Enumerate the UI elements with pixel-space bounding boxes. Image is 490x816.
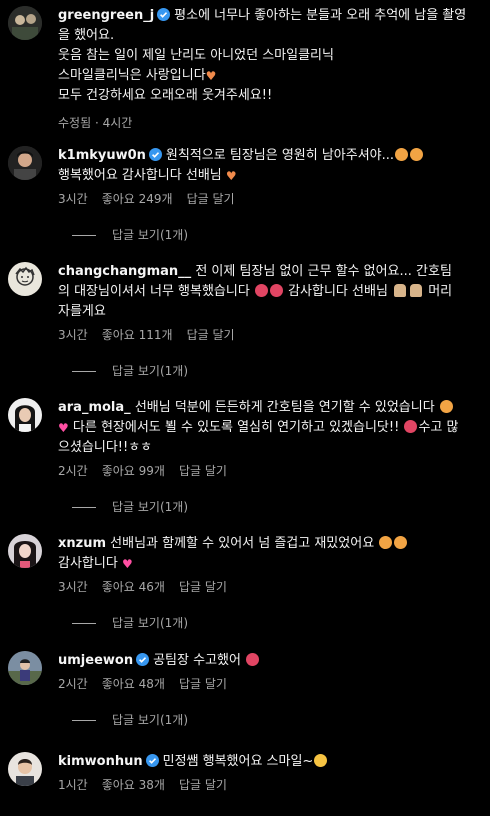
avatar[interactable]: [8, 6, 42, 40]
star-struck-face-icon: [254, 284, 268, 297]
crying-face-icon: [410, 148, 424, 161]
comment-text: 민정쌤 행복했어요 스마일~: [162, 754, 314, 769]
username[interactable]: k1mkyuw0n: [58, 148, 146, 163]
view-replies-label: 답글 보기(1개): [112, 713, 189, 727]
star-struck-face-icon: [269, 284, 283, 297]
timestamp: 2시간: [58, 464, 88, 478]
comment-text: 다른 현장에서도 뵐 수 있도록 열심히 연기하고 있겠습니닷!!: [72, 420, 400, 435]
view-replies-button[interactable]: 답글 보기(1개): [58, 712, 460, 728]
crying-face-icon: [379, 536, 393, 549]
view-replies-label: 답글 보기(1개): [112, 616, 189, 630]
star-struck-face-icon: [246, 653, 260, 666]
view-replies-label: 답글 보기(1개): [112, 228, 189, 242]
username[interactable]: kimwonhun: [58, 754, 143, 769]
divider: [72, 234, 96, 236]
reply-button[interactable]: 답글 달기: [179, 464, 227, 478]
like-count[interactable]: 좋아요 249개: [102, 192, 173, 206]
caption-line: 모두 건강하세요 오래오래 웃겨주세요!!: [58, 88, 273, 103]
comment-text: 원칙적으로 팀장님은 영원히 남아주셔야...: [165, 148, 395, 163]
avatar[interactable]: [8, 398, 42, 432]
caption-line: 웃음 참는 일이 제일 난리도 아니었던 스마일클리닉: [58, 48, 334, 63]
view-replies-label: 답글 보기(1개): [112, 364, 189, 378]
reply-button[interactable]: 답글 달기: [179, 677, 227, 691]
comment-text: 선배님 덕분에 든든하게 간호팀을 연기할 수 있었습니다: [134, 400, 435, 415]
edited-label: 수정됨: [58, 116, 92, 130]
like-count[interactable]: 좋아요 46개: [102, 580, 165, 594]
crying-face-icon: [439, 400, 453, 413]
divider: [72, 719, 96, 721]
verified-badge-icon: [148, 148, 162, 161]
timestamp: 4시간: [102, 116, 133, 130]
username[interactable]: greengreen_j: [58, 8, 154, 23]
view-replies-button[interactable]: 답글 보기(1개): [58, 363, 460, 379]
person-icon: [394, 284, 407, 297]
orange-heart-icon: ♥: [225, 169, 237, 183]
star-struck-face-icon: [404, 420, 418, 433]
like-count[interactable]: 좋아요 111개: [102, 328, 173, 342]
avatar[interactable]: [8, 752, 42, 786]
username[interactable]: changchangman__: [58, 264, 191, 279]
view-replies-button[interactable]: 답글 보기(1개): [58, 227, 460, 243]
comment-text: 감사합니다 선배님: [288, 284, 388, 299]
crying-face-icon: [395, 148, 409, 161]
verified-badge-icon: [157, 8, 171, 21]
username[interactable]: umjeewon: [58, 653, 133, 668]
view-replies-button[interactable]: 답글 보기(1개): [58, 499, 460, 515]
reply-button[interactable]: 답글 달기: [179, 778, 227, 792]
timestamp: 2시간: [58, 677, 88, 691]
crying-face-icon: [394, 536, 408, 549]
avatar[interactable]: [8, 651, 42, 685]
reply-button[interactable]: 답글 달기: [187, 328, 235, 342]
like-count[interactable]: 좋아요 99개: [102, 464, 165, 478]
timestamp: 1시간: [58, 778, 88, 792]
reply-button[interactable]: 답글 달기: [187, 192, 235, 206]
timestamp: 3시간: [58, 192, 88, 206]
like-count[interactable]: 좋아요 38개: [102, 778, 165, 792]
verified-badge-icon: [145, 754, 159, 767]
comment-text: 공팀장 수고했어: [153, 653, 241, 668]
comment-text: 행복했어요 감사합니다 선배님: [58, 168, 222, 183]
orange-heart-icon: ♥: [205, 69, 217, 83]
avatar[interactable]: [8, 262, 42, 296]
smiling-face-icon: [314, 754, 328, 767]
like-count[interactable]: 좋아요 48개: [102, 677, 165, 691]
divider: [72, 622, 96, 624]
pink-heart-icon: ♥: [58, 421, 69, 435]
view-replies-label: 답글 보기(1개): [112, 500, 189, 514]
person-icon: [410, 284, 423, 297]
username[interactable]: ara_mola_: [58, 400, 131, 415]
timestamp: 3시간: [58, 328, 88, 342]
avatar[interactable]: [8, 146, 42, 180]
comment-text: 선배님과 함께할 수 있어서 넘 즐겁고 재밌었어요: [110, 536, 375, 551]
username[interactable]: xnzum: [58, 536, 106, 551]
divider: [72, 370, 96, 372]
pink-heart-icon: ♥: [121, 557, 133, 571]
view-replies-button[interactable]: 답글 보기(1개): [58, 615, 460, 631]
avatar[interactable]: [8, 534, 42, 568]
reply-button[interactable]: 답글 달기: [179, 580, 227, 594]
verified-badge-icon: [136, 653, 150, 666]
timestamp: 3시간: [58, 580, 88, 594]
comment-text: 감사합니다: [58, 556, 118, 571]
divider: [72, 506, 96, 508]
caption-line: 스마일클리닉은 사랑입니다: [58, 68, 206, 83]
